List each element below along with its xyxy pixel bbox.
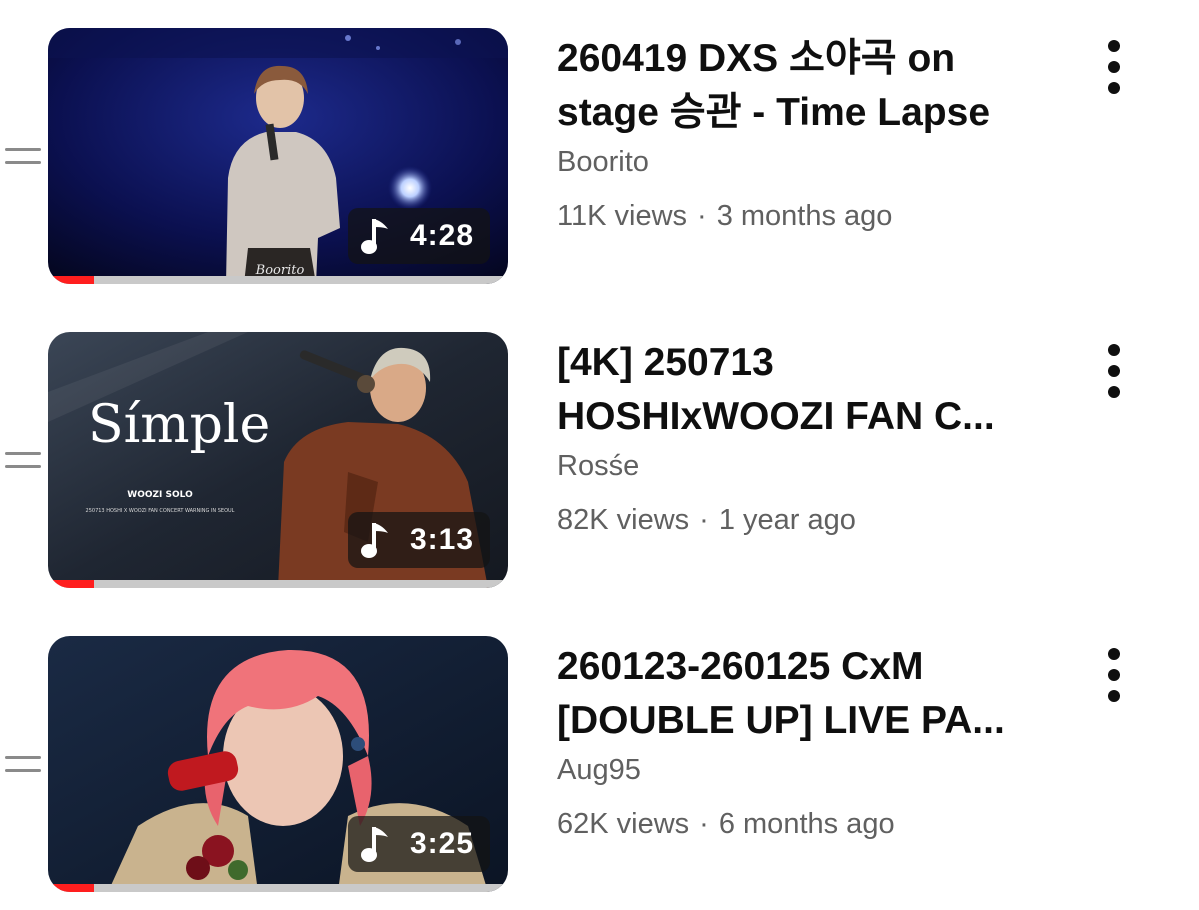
video-title[interactable]: [4K] 250713 HOSHIxWOOZI FAN C... bbox=[557, 336, 1037, 444]
channel-name[interactable]: Aug95 bbox=[557, 754, 641, 787]
thumbnail-caption: Símple bbox=[88, 395, 270, 455]
video-meta: 62K views · 6 months ago bbox=[557, 808, 895, 841]
video-thumbnail[interactable]: Símple WOOZI SOLO 250713 HOSHI X WOOZI F… bbox=[48, 332, 508, 588]
playlist-item[interactable]: 3:25 260123-260125 CxM [DOUBLE UP] LIVE … bbox=[0, 636, 1199, 896]
drag-handle-icon[interactable] bbox=[5, 448, 43, 474]
view-count: 82K views bbox=[557, 504, 690, 536]
watch-progress-fill bbox=[48, 276, 94, 284]
upload-age: 3 months ago bbox=[716, 200, 893, 232]
watch-progress-fill bbox=[48, 580, 94, 588]
meta-separator: · bbox=[699, 808, 709, 840]
upload-age: 6 months ago bbox=[718, 808, 895, 840]
duration-badge: 3:25 bbox=[347, 816, 490, 872]
meta-separator: · bbox=[699, 504, 709, 536]
duration-text: 3:13 bbox=[409, 523, 474, 556]
meta-separator: · bbox=[697, 200, 707, 232]
playlist-item[interactable]: Símple WOOZI SOLO 250713 HOSHI X WOOZI F… bbox=[0, 332, 1199, 592]
watch-progress-bar bbox=[48, 580, 508, 588]
duration-badge: 3:13 bbox=[347, 512, 490, 568]
more-options-icon[interactable] bbox=[1096, 646, 1132, 706]
duration-text: 4:28 bbox=[409, 219, 474, 252]
music-note-icon bbox=[360, 219, 388, 254]
more-options-icon[interactable] bbox=[1096, 342, 1132, 402]
view-count: 62K views bbox=[557, 808, 690, 840]
drag-handle-icon[interactable] bbox=[5, 144, 43, 170]
duration-badge: 4:28 bbox=[347, 208, 490, 264]
thumbnail-small-text: 250713 HOSHI X WOOZI FAN CONCERT WARNING… bbox=[86, 508, 235, 514]
video-thumbnail[interactable]: 3:25 bbox=[48, 636, 508, 892]
video-meta: 11K views · 3 months ago bbox=[557, 200, 892, 233]
view-count: 11K views bbox=[557, 200, 688, 232]
drag-handle-icon[interactable] bbox=[5, 752, 43, 778]
video-meta: 82K views · 1 year ago bbox=[557, 504, 856, 537]
music-note-icon bbox=[360, 827, 388, 862]
more-options-icon[interactable] bbox=[1096, 38, 1132, 98]
channel-name[interactable]: Rosśe bbox=[557, 450, 639, 483]
upload-age: 1 year ago bbox=[718, 504, 856, 536]
watch-progress-bar bbox=[48, 276, 508, 284]
watch-progress-fill bbox=[48, 884, 94, 892]
duration-text: 3:25 bbox=[409, 827, 474, 860]
music-note-icon bbox=[360, 523, 388, 558]
channel-name[interactable]: Boorito bbox=[557, 146, 649, 179]
playlist: Boorito 4:28 260419 DXS 소야곡 on stage 승관 … bbox=[0, 0, 1199, 910]
video-title[interactable]: 260419 DXS 소야곡 on stage 승관 - Time Lapse bbox=[557, 32, 1037, 140]
watch-progress-bar bbox=[48, 884, 508, 892]
video-title[interactable]: 260123-260125 CxM [DOUBLE UP] LIVE PA... bbox=[557, 640, 1037, 748]
playlist-item[interactable]: Boorito 4:28 260419 DXS 소야곡 on stage 승관 … bbox=[0, 28, 1199, 288]
video-thumbnail[interactable]: Boorito 4:28 bbox=[48, 28, 508, 284]
thumbnail-subcaption: WOOZI SOLO bbox=[127, 490, 193, 500]
